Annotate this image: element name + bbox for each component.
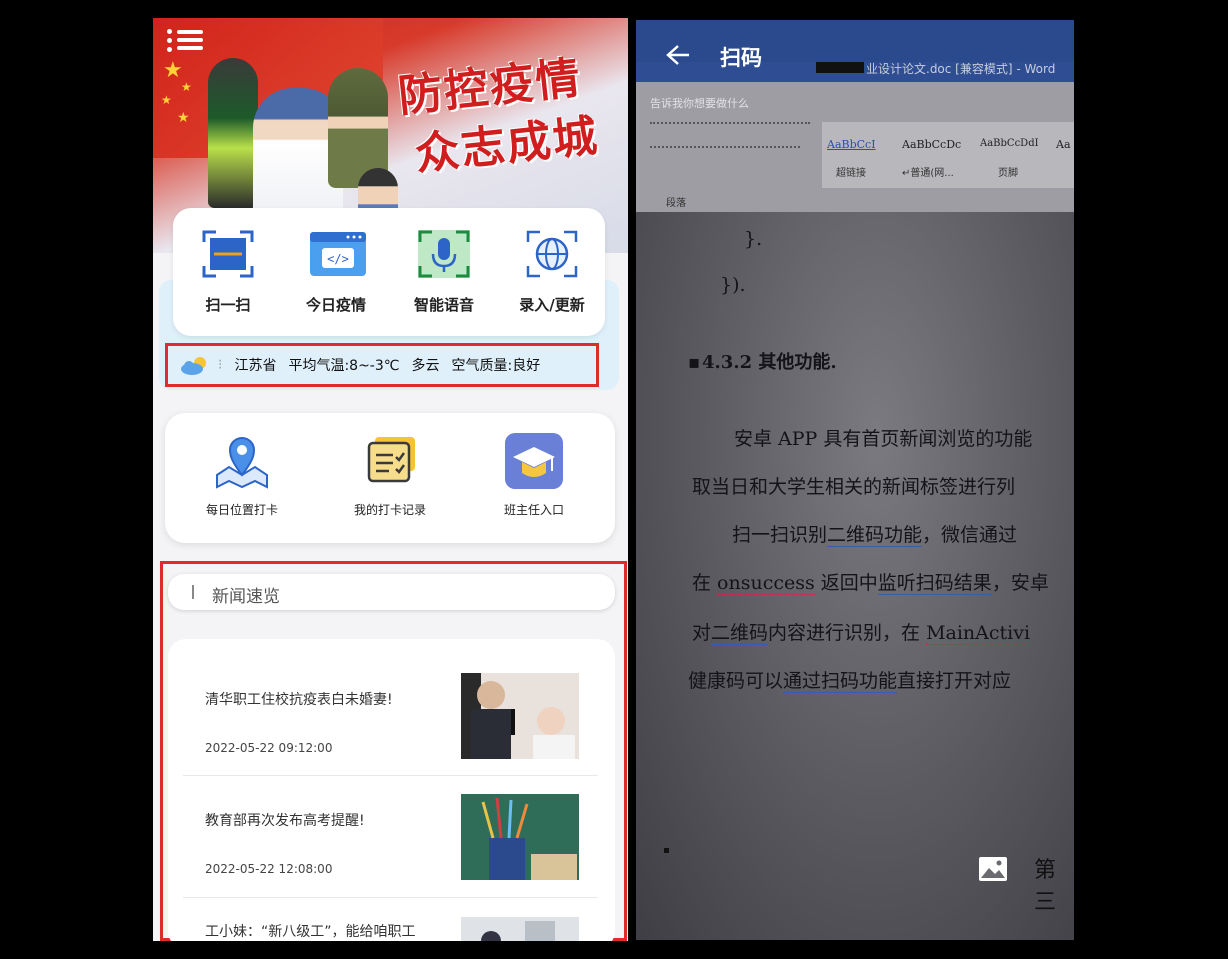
star-icon: ★	[177, 110, 190, 126]
word-titlebar	[636, 20, 1074, 62]
today-epidemic-button[interactable]: </> 今日疫情	[291, 228, 381, 315]
checkin-records-button[interactable]: 我的打卡记录	[325, 431, 455, 518]
right-phone-screen: 业设计论文.doc [兼容模式] - Word 段落 告诉我你想要做什么 AaB…	[636, 20, 1074, 940]
microphone-icon	[416, 228, 472, 280]
scan-icon	[200, 228, 256, 280]
doc-paragraph-line: 扫一扫识别二维码功能，微信通过	[732, 524, 1018, 547]
worker-figure	[208, 58, 258, 208]
cloudy-icon	[180, 356, 208, 375]
news-thumbnail	[461, 917, 579, 941]
svg-text:</>: </>	[327, 252, 349, 266]
paragraph-group-label: 段落	[666, 198, 686, 209]
doc-paragraph-line: 安卓 APP 具有首页新闻浏览的功能	[734, 428, 1033, 450]
news-item[interactable]: 清华职工住校抗疫表白未婚妻! 2022-05-22 09:12:00	[183, 673, 603, 763]
header-accent-bar	[192, 585, 194, 599]
weather-air-quality: 空气质量:良好	[451, 358, 541, 374]
news-header: 新闻速览	[168, 574, 615, 610]
star-icon: ★	[163, 58, 183, 83]
ribbon-paragraph-tools	[650, 146, 800, 158]
style-name: ↵普通(网...	[902, 168, 954, 179]
scan-label: 扫一扫	[205, 296, 251, 314]
word-window-title: 业设计论文.doc [兼容模式] - Word	[866, 62, 1056, 76]
news-divider	[183, 897, 598, 898]
code-line: }).	[720, 274, 746, 296]
news-title: 教育部再次发布高考提醒!	[205, 813, 365, 829]
news-list: 清华职工住校抗疫表白未婚妻! 2022-05-22 09:12:00 教育部再次…	[168, 639, 615, 941]
doc-paragraph-line: 在 onsuccess 返回中监听扫码结果，安卓	[692, 572, 1049, 595]
location-pin-icon: ⁝	[218, 357, 223, 373]
style-sample: AaBbCcI	[827, 138, 876, 151]
bullet-mark	[664, 848, 669, 853]
news-item[interactable]: 教育部再次发布高考提醒! 2022-05-22 12:08:00	[183, 794, 603, 884]
weather-bar: ⁝ 江苏省 平均气温:8~-3℃ 多云 空气质量:良好	[165, 343, 599, 387]
checkin-records-label: 我的打卡记录	[353, 503, 426, 517]
news-section: 新闻速览 清华职工住校抗疫表白未婚妻! 2022-05-22 09:12:00	[160, 561, 627, 941]
news-item[interactable]: 工小妹：“新八级工”，能给咱职工	[183, 917, 603, 941]
scan-page-title: 扫码	[720, 46, 762, 70]
news-thumbnail	[461, 794, 579, 880]
redaction-bar	[816, 62, 864, 73]
style-name: 超链接	[836, 168, 866, 179]
doc-paragraph-line: 对二维码内容进行识别，在 MainActivi	[692, 622, 1031, 645]
head-teacher-entry-button[interactable]: 班主任入口	[469, 431, 599, 518]
style-name: 页脚	[998, 168, 1018, 179]
news-header-title: 新闻速览	[212, 587, 280, 607]
map-pin-icon	[211, 431, 273, 491]
tell-me-box: 告诉我你想要做什么	[650, 97, 749, 110]
news-thumbnail	[461, 673, 579, 759]
section-heading: ▪ 4.3.2 其他功能.	[688, 352, 837, 373]
services-card: 每日位置打卡 我的打卡记录 班主任入口	[165, 413, 615, 543]
document-page: }. }). ▪ 4.3.2 其他功能. 安卓 APP 具有首页新闻浏览的功能 …	[636, 212, 1074, 940]
gallery-icon[interactable]	[978, 856, 1008, 882]
star-icon: ★	[161, 93, 172, 107]
weather-temperature: 平均气温:8~-3℃	[288, 358, 400, 374]
news-divider	[183, 775, 598, 776]
voice-button[interactable]: 智能语音	[399, 228, 489, 315]
news-title: 工小妹：“新八级工”，能给咱职工	[205, 924, 416, 940]
entry-update-label: 录入/更新	[519, 296, 585, 314]
news-title: 清华职工住校抗疫表白未婚妻!	[205, 692, 393, 708]
today-epidemic-label: 今日疫情	[305, 296, 366, 314]
daily-location-checkin-label: 每日位置打卡	[205, 503, 278, 517]
doc-paragraph-line: 健康码可以通过扫码功能直接打开对应	[688, 670, 1012, 693]
voice-label: 智能语音	[413, 296, 474, 314]
news-date: 2022-05-22 12:08:00	[205, 862, 333, 876]
globe-frame-icon	[524, 228, 580, 280]
page-footer-text: 第三	[1034, 858, 1057, 915]
weather-condition: 多云	[411, 358, 440, 374]
back-arrow-icon[interactable]	[666, 44, 690, 66]
entry-update-button[interactable]: 录入/更新	[507, 228, 597, 315]
style-sample: AaBbCcDdI	[980, 138, 1039, 149]
news-date: 2022-05-22 09:12:00	[205, 741, 333, 755]
scan-button[interactable]: 扫一扫	[183, 228, 273, 315]
head-teacher-entry-label: 班主任入口	[503, 503, 564, 517]
daily-location-checkin-button[interactable]: 每日位置打卡	[177, 431, 307, 518]
left-phone-screen: ★ ★ ★ ★ 防控疫情 众志成城 扫一扫 </> 今日疫情 智能语音 录入/更…	[153, 18, 628, 941]
graduation-cap-icon	[503, 431, 565, 491]
menu-icon[interactable]	[167, 26, 203, 56]
code-window-icon: </>	[308, 228, 366, 280]
quick-actions-card: 扫一扫 </> 今日疫情 智能语音 录入/更新	[173, 208, 605, 336]
code-line: }.	[744, 228, 763, 250]
style-sample: Aa	[1056, 138, 1071, 151]
style-sample: AaBbCcDc	[902, 138, 962, 151]
styles-gallery: AaBbCcI 超链接 AaBbCcDc ↵普通(网... AaBbCcDdI …	[822, 122, 1074, 188]
records-list-icon	[359, 431, 421, 491]
doc-paragraph-line: 取当日和大学生相关的新闻标签进行列	[692, 476, 1016, 498]
weather-province: 江苏省	[234, 358, 277, 374]
ribbon-paragraph-tools	[650, 122, 810, 134]
star-icon: ★	[181, 80, 192, 94]
